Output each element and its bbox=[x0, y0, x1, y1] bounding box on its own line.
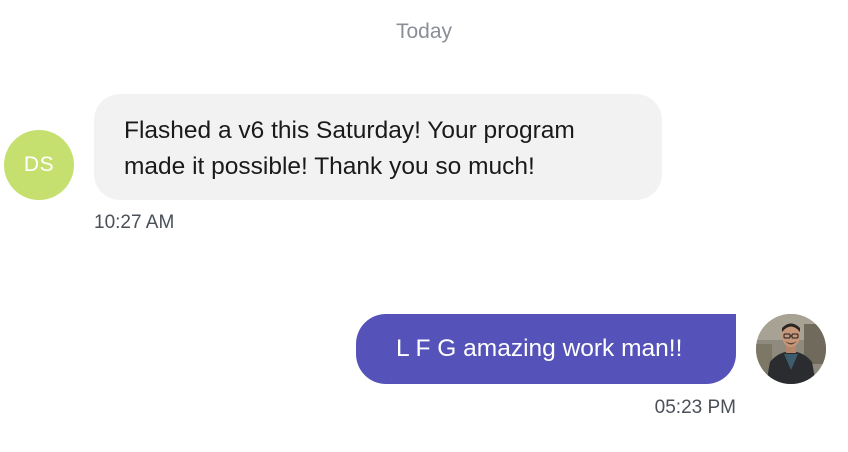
user-photo-avatar[interactable] bbox=[756, 314, 826, 384]
incoming-message-time: 10:27 AM bbox=[94, 212, 175, 233]
outgoing-message-bubble: L F G amazing work man!! bbox=[356, 314, 736, 384]
incoming-message-bubble: Flashed a v6 this Saturday! Your program… bbox=[94, 94, 662, 200]
incoming-message-text: Flashed a v6 this Saturday! Your program… bbox=[124, 117, 575, 180]
sender-avatar-initials[interactable]: DS bbox=[4, 130, 74, 200]
outgoing-message-time: 05:23 PM bbox=[654, 397, 736, 418]
user-photo-image bbox=[756, 314, 826, 384]
outgoing-message-text: L F G amazing work man!! bbox=[396, 335, 683, 362]
date-divider: Today bbox=[395, 20, 453, 43]
